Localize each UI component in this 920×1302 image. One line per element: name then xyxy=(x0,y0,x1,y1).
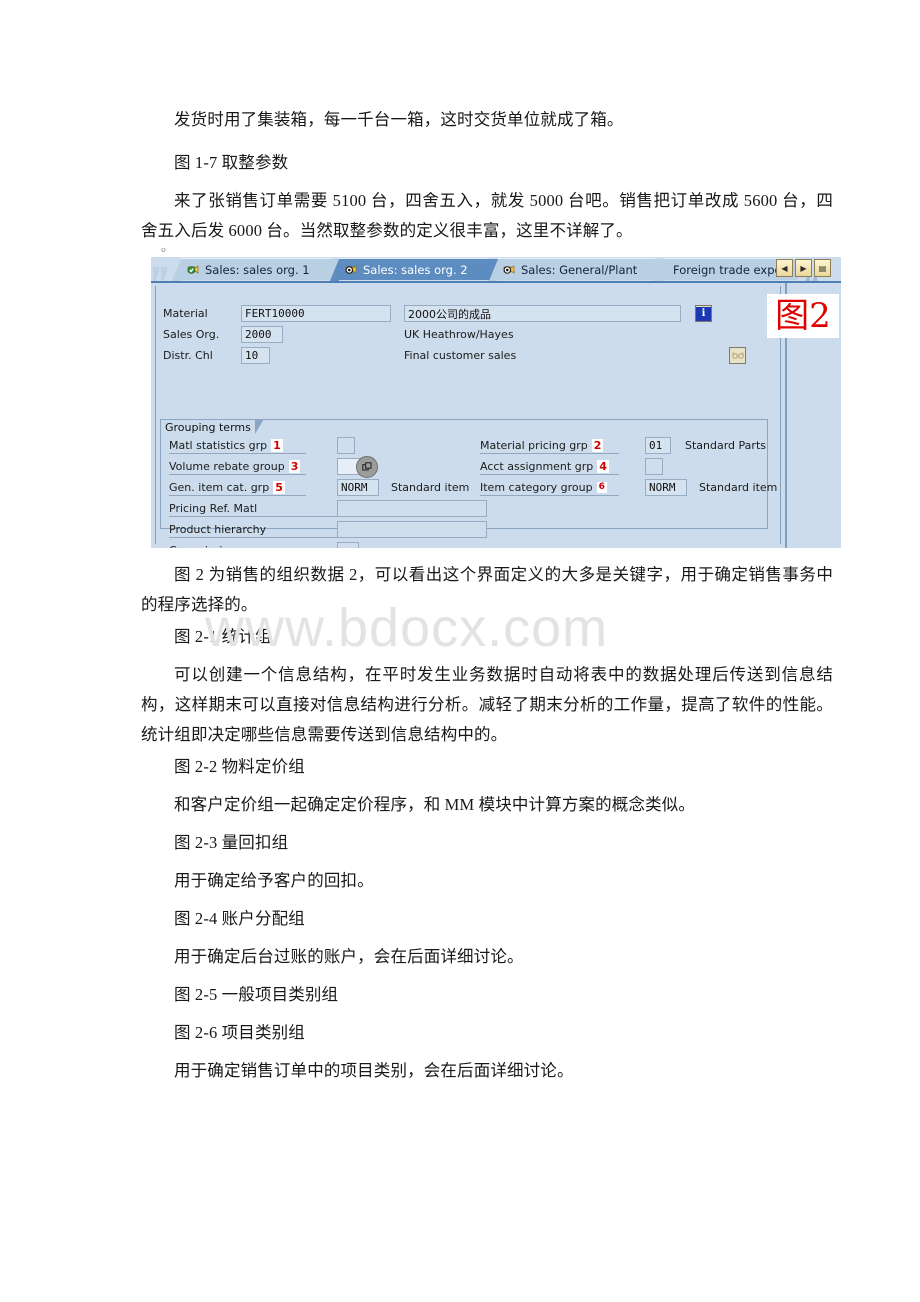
sales-dot-icon xyxy=(345,264,358,276)
sales-org-label: Sales Org. xyxy=(163,328,220,341)
pricing-ref-matl-label: Pricing Ref. Matl xyxy=(169,501,258,515)
value-help-icon[interactable] xyxy=(356,455,378,478)
annotation-marker-2: 2 xyxy=(591,438,604,452)
paragraph-3: 来了张销售订单需要 5100 台，四舍五入，就发 5000 台吧。销售把订单改成… xyxy=(141,191,833,240)
sap-top-strip: o xyxy=(151,248,841,257)
tab-label: Sales: sales org. 1 xyxy=(205,262,310,277)
sap-screenshot-figure: o Sales: sales org. 1 Sales: sales org. … xyxy=(151,248,841,548)
paragraph-10: 用于确定给予客户的回扣。 xyxy=(174,871,374,890)
annotation-marker-3: 3 xyxy=(288,459,301,473)
field-row-sales-org: Sales Org. 2000 UK Heathrow/Hayes xyxy=(163,326,514,343)
commission-group-label: Commission group xyxy=(169,544,272,549)
tab-list-button[interactable]: ▤ xyxy=(814,259,831,277)
paragraph-figure-2-3-caption: 图 2-3 量回扣组 xyxy=(174,833,289,852)
grouping-terms-title: Grouping terms xyxy=(160,419,264,434)
paragraph-4: 图 2 为销售的组织数据 2，可以看出这个界面定义的大多是关键字，用于确定销售事… xyxy=(141,565,833,614)
paragraph-15: 用于确定销售订单中的项目类别，会在后面详细讨论。 xyxy=(174,1061,574,1080)
paragraph-figure-2-5-caption: 图 2-5 一般项目类别组 xyxy=(174,985,339,1004)
tab-nav-buttons: ◀ ▶ ▤ xyxy=(776,259,831,277)
material-pricing-grp-label: Material pricing grp xyxy=(480,438,588,452)
field-row-acct-assignment-grp: Acct assignment grp 4 xyxy=(480,458,663,475)
annotation-marker-5: 5 xyxy=(273,480,285,494)
field-row-volume-rebate-group: Volume rebate group 3 xyxy=(169,455,385,478)
paragraph-8: 和客户定价组一起确定定价程序，和 MM 模块中计算方案的概念类似。 xyxy=(174,795,696,814)
annotation-marker-6: 6 xyxy=(596,481,607,493)
field-row-item-category-group: Item category group 6 NORM Standard item xyxy=(480,479,777,496)
tab-sales-org-1[interactable]: Sales: sales org. 1 xyxy=(172,258,340,281)
paragraph-12: 用于确定后台过账的账户，会在后面详细讨论。 xyxy=(174,947,524,966)
acct-assignment-grp-input[interactable] xyxy=(645,458,663,475)
paragraph-1: 发货时用了集装箱，每一千台一箱，这时交货单位就成了箱。 xyxy=(174,110,624,129)
annotation-marker-4: 4 xyxy=(597,459,609,473)
gen-item-cat-grp-input[interactable]: NORM xyxy=(337,479,379,496)
annotation-marker-1: 1 xyxy=(271,438,283,452)
field-row-product-hierarchy: Product hierarchy xyxy=(169,521,487,538)
sap-tab-bar: Sales: sales org. 1 Sales: sales org. 2 xyxy=(151,257,841,289)
tab-sales-general-plant[interactable]: Sales: General/Plant xyxy=(488,258,664,281)
list-icon: ▤ xyxy=(818,263,827,273)
sales-dot-icon xyxy=(503,264,516,276)
chevron-left-icon: ◀ xyxy=(781,263,788,273)
gen-item-cat-grp-description: Standard item xyxy=(391,481,470,494)
stray-mark: o xyxy=(161,248,166,254)
distr-chl-input[interactable]: 10 xyxy=(241,347,270,364)
tab-scroll-right-button[interactable]: ▶ xyxy=(795,259,812,277)
pricing-ref-matl-input[interactable] xyxy=(337,500,487,517)
field-row-commission-group: Commission group xyxy=(169,542,359,548)
sales-check-icon xyxy=(187,264,200,276)
material-pricing-grp-description: Standard Parts xyxy=(685,439,766,452)
field-row-gen-item-cat-grp: Gen. item cat. grp 5 NORM Standard item xyxy=(169,479,469,496)
material-pricing-grp-input[interactable]: 01 xyxy=(645,437,671,454)
material-input[interactable]: FERT10000 xyxy=(241,305,391,322)
distr-chl-label: Distr. Chl xyxy=(163,349,213,362)
commission-group-input[interactable] xyxy=(337,542,359,548)
tab-label: Sales: General/Plant xyxy=(521,262,638,277)
field-row-distribution-channel: Distr. Chl 10 Final customer sales xyxy=(163,347,516,364)
field-row-material-pricing-grp: Material pricing grp 2 01 Standard Parts xyxy=(480,437,766,454)
field-row-matl-statistics-grp: Matl statistics grp 1 xyxy=(169,437,355,454)
info-icon: i xyxy=(696,306,711,321)
tab-sales-org-2[interactable]: Sales: sales org. 2 xyxy=(330,258,498,281)
sales-org-description: UK Heathrow/Hayes xyxy=(404,328,514,341)
paragraph-6: 可以创建一个信息结构，在平时发生业务数据时自动将表中的数据处理后传送到信息结构，… xyxy=(141,665,833,744)
material-info-button[interactable]: i xyxy=(695,305,712,322)
paragraph-figure-2-1-caption: 图 2-1 统计组 xyxy=(174,627,272,646)
chevron-right-icon: ▶ xyxy=(800,263,807,273)
product-hierarchy-label: Product hierarchy xyxy=(169,522,267,536)
document-page: o Sales: sales org. 1 Sales: sales org. … xyxy=(0,0,920,1302)
paragraph-figure-1-7-caption: 图 1-7 取整参数 xyxy=(174,153,289,172)
paragraph-figure-2-4-caption: 图 2-4 账户分配组 xyxy=(174,909,305,928)
matl-statistics-grp-input[interactable] xyxy=(337,437,355,454)
gen-item-cat-grp-label: Gen. item cat. grp xyxy=(169,480,270,494)
volume-rebate-group-label: Volume rebate group xyxy=(169,459,285,473)
item-category-group-description: Standard item xyxy=(699,481,778,494)
material-description-input[interactable]: 2000公司的成品 xyxy=(404,305,681,322)
material-label: Material xyxy=(163,307,208,320)
field-row-material: Material FERT10000 2000公司的成品 i xyxy=(163,305,712,322)
display-glasses-button[interactable] xyxy=(729,347,746,364)
glasses-icon xyxy=(731,352,744,359)
figure-2-annotation: 图2 xyxy=(767,294,839,338)
paragraph-figure-2-6-caption: 图 2-6 项目类别组 xyxy=(174,1023,305,1042)
product-hierarchy-input[interactable] xyxy=(337,521,487,538)
distr-chl-description: Final customer sales xyxy=(404,349,517,362)
item-category-group-label: Item category group xyxy=(480,480,593,494)
sales-org-input[interactable]: 2000 xyxy=(241,326,283,343)
field-row-pricing-ref-matl: Pricing Ref. Matl xyxy=(169,500,487,517)
acct-assignment-grp-label: Acct assignment grp xyxy=(480,459,594,473)
item-category-group-input[interactable]: NORM xyxy=(645,479,687,496)
sap-detail-panel: Material FERT10000 2000公司的成品 i Sales Org… xyxy=(151,281,841,548)
tab-label: Sales: sales org. 2 xyxy=(363,262,468,277)
paragraph-figure-2-2-caption: 图 2-2 物料定价组 xyxy=(174,757,305,776)
tab-scroll-left-button[interactable]: ◀ xyxy=(776,259,793,277)
tab-label: Foreign trade export xyxy=(673,262,791,277)
matl-statistics-grp-label: Matl statistics grp xyxy=(169,438,268,452)
